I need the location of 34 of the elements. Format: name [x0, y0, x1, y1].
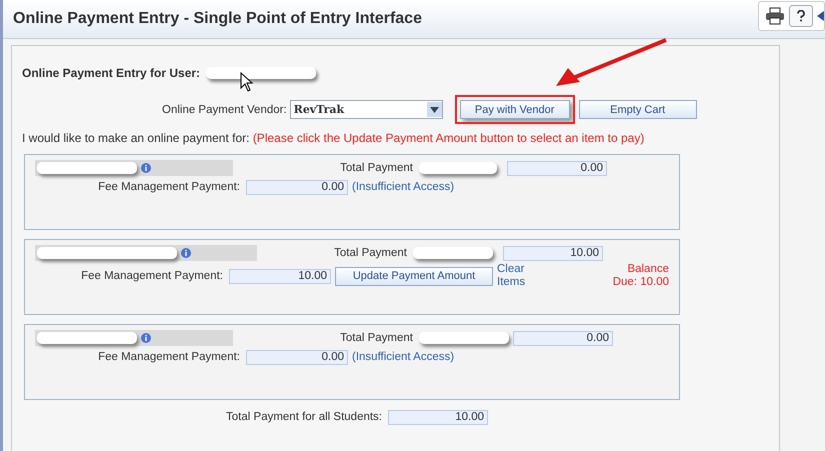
- caret-icon: [430, 106, 439, 112]
- help-button[interactable]: [789, 5, 813, 27]
- grand-total-label: Total Payment for all Students:: [225, 411, 382, 424]
- info-icon[interactable]: [181, 248, 191, 258]
- grand-total-field: 10.00: [388, 410, 488, 425]
- balance-due: Balance Due: 10.00: [612, 263, 669, 289]
- info-icon[interactable]: [141, 333, 151, 343]
- fee-payment-field: 0.00: [246, 180, 348, 195]
- page-title: Online Payment Entry - Single Point of Entry Interface: [13, 10, 422, 28]
- total-payment-field: 10.00: [503, 246, 603, 260]
- update-payment-button[interactable]: Update Payment Amount: [335, 266, 493, 286]
- vendor-select[interactable]: RevTrak: [290, 100, 443, 119]
- total-payment-label: Total Payment: [339, 332, 413, 344]
- info-icon[interactable]: [141, 163, 151, 173]
- total-payment-field: 0.00: [507, 160, 607, 176]
- printer-icon[interactable]: [765, 7, 785, 25]
- fee-payment-field: 0.00: [246, 350, 348, 365]
- fee-payment-label: Fee Management Payment:: [97, 351, 240, 364]
- back-arrow-icon[interactable]: [817, 11, 824, 21]
- vendor-label: Online Payment Vendor:: [162, 104, 287, 116]
- empty-cart-button[interactable]: Empty Cart: [578, 100, 697, 119]
- user-label: Online Payment Entry for User:: [22, 66, 200, 80]
- question-mark-icon: [797, 10, 805, 22]
- access-status-text: (Insufficient Access): [352, 351, 454, 364]
- fee-payment-field[interactable]: 10.00: [229, 268, 331, 284]
- cursor-icon: [240, 72, 254, 92]
- total-payment-label: Total Payment: [339, 162, 413, 174]
- instruction-text: I would like to make an online payment for: (Please click the Update Payment Amount button to select an item to pay): [22, 131, 646, 145]
- clear-items-link[interactable]: Clear Items: [497, 263, 531, 289]
- total-payment-label: Total Payment: [333, 246, 407, 260]
- access-status-text: (Insufficient Access): [352, 181, 454, 194]
- total-payment-field: 0.00: [513, 330, 613, 346]
- fee-payment-label: Fee Management Payment:: [80, 270, 223, 282]
- fee-payment-label: Fee Management Payment:: [97, 181, 240, 194]
